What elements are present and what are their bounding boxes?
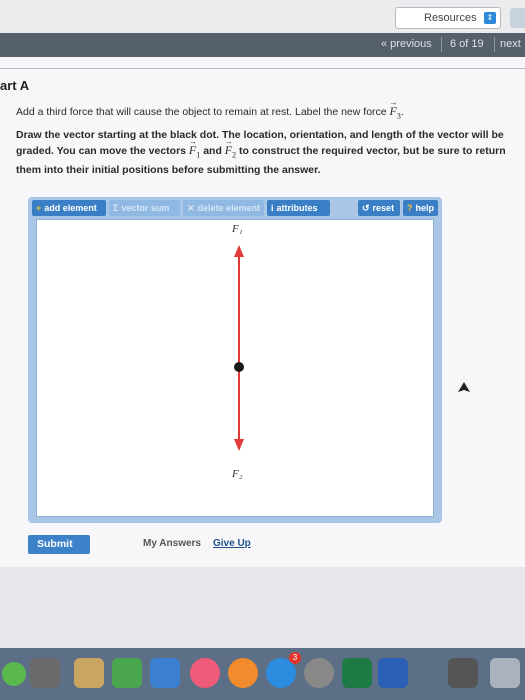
info-icon: i: [271, 203, 274, 213]
nav-divider: [441, 37, 442, 52]
submit-button[interactable]: Submit: [28, 535, 90, 554]
reset-icon: ↺: [362, 203, 370, 213]
preview-photos-icon[interactable]: [74, 658, 104, 688]
f2-symbol: F2: [225, 143, 236, 159]
next-link[interactable]: next: [500, 38, 521, 50]
preview-icon[interactable]: [30, 658, 60, 688]
messages-icon[interactable]: [2, 662, 26, 686]
mouse-cursor-icon: [458, 382, 470, 392]
window-corner-icon[interactable]: [510, 8, 525, 28]
resources-dropdown[interactable]: Resources ⇕: [395, 7, 501, 29]
delete-x-icon: ✕: [187, 203, 195, 213]
drawing-canvas[interactable]: F₁ F₂: [36, 219, 434, 517]
section-divider: [0, 68, 525, 69]
page-counter: 6 of 19: [450, 38, 484, 50]
sigma-icon: Σ: [113, 203, 119, 213]
word-icon[interactable]: [378, 658, 408, 688]
drawing-toolbar: + add element Σvector sum ✕ delete element…: [32, 200, 438, 217]
numbers-icon[interactable]: [112, 658, 142, 688]
keynote-icon[interactable]: [150, 658, 180, 688]
attributes-button[interactable]: i attributes: [267, 200, 330, 216]
previous-link[interactable]: « previous: [381, 38, 432, 50]
f2-label[interactable]: F₂: [232, 468, 243, 480]
dropdown-arrows-icon: ⇕: [484, 12, 496, 24]
part-title: art A: [0, 78, 30, 93]
resources-label: Resources: [424, 12, 477, 24]
help-icon: ?: [407, 203, 413, 213]
instruction-line-1: Add a third force that will cause the ob…: [16, 104, 516, 123]
my-answers-label: My Answers: [143, 538, 201, 549]
itunes-icon[interactable]: [190, 658, 220, 688]
delete-element-button[interactable]: ✕ delete element: [183, 200, 264, 216]
vector-sum-button[interactable]: Σvector sum: [109, 200, 180, 216]
f1-arrowhead[interactable]: [234, 245, 244, 257]
system-preferences-icon[interactable]: [304, 658, 334, 688]
notification-badge: 3: [289, 652, 301, 664]
vector-drawing-tool: + add element Σvector sum ✕ delete element…: [28, 197, 442, 523]
give-up-link[interactable]: Give Up: [213, 538, 251, 549]
finder-window-icon[interactable]: [448, 658, 478, 688]
instructions: Add a third force that will cause the ob…: [16, 104, 516, 178]
instruction-line-2: Draw the vector starting at the black do…: [16, 128, 516, 177]
reset-button[interactable]: ↺ reset: [358, 200, 400, 216]
help-button[interactable]: ? help: [403, 200, 438, 216]
nav-divider: [494, 37, 495, 52]
f2-arrowhead[interactable]: [234, 439, 244, 451]
trash-icon[interactable]: [490, 658, 520, 688]
add-element-button[interactable]: + add element: [32, 200, 106, 216]
f1-symbol: F1: [189, 143, 200, 159]
plus-icon: +: [36, 203, 42, 213]
origin-dot[interactable]: [234, 362, 244, 372]
top-bar: Resources ⇕: [0, 0, 525, 33]
ibooks-icon[interactable]: [228, 658, 258, 688]
new-force-symbol: F3: [390, 104, 401, 120]
navigation-bar: « previous 6 of 19 next: [0, 33, 525, 57]
excel-icon[interactable]: [342, 658, 372, 688]
